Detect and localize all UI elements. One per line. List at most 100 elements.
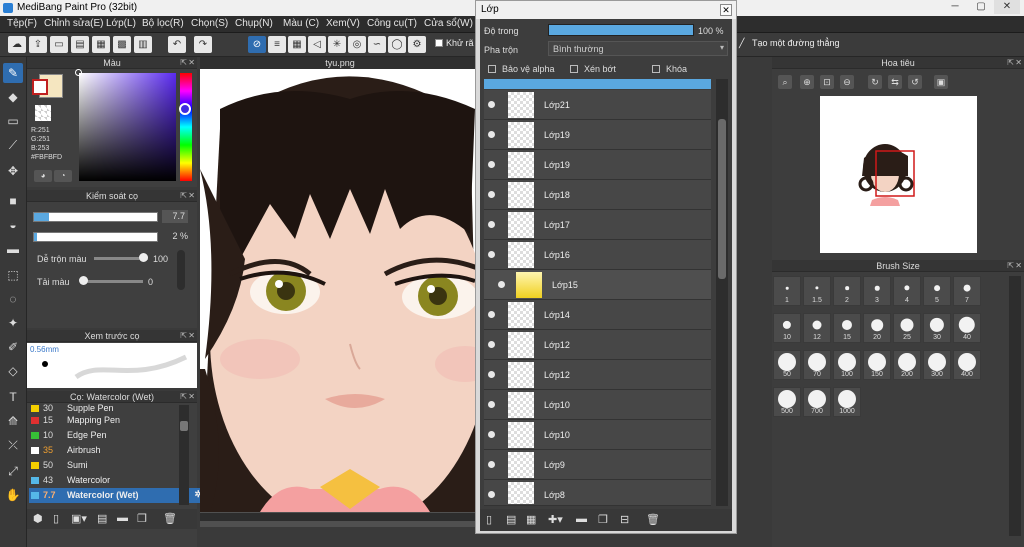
layer-row[interactable]: Lớp12 (484, 360, 711, 390)
redo-icon[interactable]: ↷ (194, 36, 212, 53)
radial-snap-icon[interactable]: ✳ (328, 36, 346, 53)
navigator-preview[interactable] (820, 96, 977, 253)
brush-size-option[interactable]: 70 (803, 350, 831, 380)
canvas-area[interactable]: tyu.png (200, 57, 480, 527)
protect-alpha-checkbox[interactable] (488, 65, 496, 73)
settings-icon[interactable]: ⚙ (408, 36, 426, 53)
parallel-snap-icon[interactable]: ≡ (268, 36, 286, 53)
comment-icon[interactable]: ▭ (50, 36, 68, 53)
eyedropper-icon[interactable]: ⤫ (3, 435, 23, 455)
folder-icon[interactable]: ▬ (576, 513, 587, 525)
brush-menu-icon[interactable]: ▣▾ (71, 512, 87, 525)
brush-size-option[interactable]: 2 (833, 276, 861, 306)
brush-control-scrollbar[interactable] (177, 250, 185, 290)
zoom-in-icon[interactable]: ⊕ (800, 75, 814, 89)
popout-icon[interactable]: ⇱ (1007, 57, 1014, 69)
brush-size-option[interactable]: 5 (923, 276, 951, 306)
rectangle-tool-icon[interactable]: ▭ (3, 111, 23, 131)
primary-color-swatch[interactable] (32, 79, 48, 95)
brush-size-option[interactable]: 200 (893, 350, 921, 380)
text-tool-icon[interactable]: T (3, 387, 23, 407)
select-rect-icon[interactable]: ⬚ (3, 265, 23, 285)
page-icon[interactable]: ▦ (92, 36, 110, 53)
layer-row[interactable]: Lớp19 (484, 150, 711, 180)
select-pen-icon[interactable]: ✐ (3, 337, 23, 357)
upload-icon[interactable]: ⇪ (29, 36, 47, 53)
hue-handle[interactable] (179, 103, 191, 115)
brush-size-option[interactable]: 500 (773, 387, 801, 417)
line-tool-icon[interactable]: ⟋ (3, 135, 23, 155)
brush-size-option[interactable]: 7 (953, 276, 981, 306)
visibility-icon[interactable] (488, 311, 495, 318)
visibility-icon[interactable] (488, 101, 495, 108)
size-value[interactable]: 7.7 (162, 210, 188, 223)
brush-doc-icon[interactable]: ▤ (97, 512, 107, 525)
visibility-icon[interactable] (488, 191, 495, 198)
folder-icon[interactable]: ▬ (117, 512, 128, 524)
visibility-icon[interactable] (488, 461, 495, 468)
layer-opacity-slider[interactable] (548, 24, 694, 36)
brush-size-option[interactable]: 1 (773, 276, 801, 306)
reload-handle[interactable] (79, 276, 88, 285)
saturation-value-picker[interactable] (79, 73, 176, 181)
brush-size-scrollbar[interactable] (1009, 276, 1021, 536)
layer-row[interactable]: Lớp15 (484, 270, 711, 300)
popout-icon[interactable]: ⇱ (180, 190, 187, 202)
duplicate-layer-icon[interactable]: ❐ (598, 513, 608, 526)
close-icon[interactable]: ✕ (188, 190, 195, 202)
add-brush-icon[interactable]: ⬢ (33, 512, 43, 525)
brush-size-option[interactable]: 150 (863, 350, 891, 380)
maximize-button[interactable]: ▢ (968, 0, 994, 14)
canvas-illustration[interactable] (200, 69, 480, 512)
brush-size-option[interactable]: 50 (773, 350, 801, 380)
minimize-button[interactable]: ─ (942, 0, 968, 14)
layer-row[interactable]: Lớp14 (484, 300, 711, 330)
canvas-settings-icon[interactable]: ▣ (934, 75, 948, 89)
swap-colors-icon[interactable]: ◔ (54, 170, 72, 182)
visibility-icon[interactable] (488, 371, 495, 378)
selected-layer-partial[interactable] (484, 79, 711, 89)
brush-size-option[interactable]: 3 (863, 276, 891, 306)
lasso-icon[interactable]: ◌ (3, 289, 23, 309)
concentric-snap-icon[interactable]: ◎ (348, 36, 366, 53)
new-file-icon[interactable]: ▤ (71, 36, 89, 53)
document-icon[interactable]: ▥ (134, 36, 152, 53)
magic-wand-icon[interactable]: ✦ (3, 313, 23, 333)
eraser-tool-icon[interactable]: ◆ (3, 87, 23, 107)
layer-row[interactable]: Lớp10 (484, 390, 711, 420)
brush-size-option[interactable]: 1000 (833, 387, 861, 417)
no-snap-icon[interactable]: ⊘ (248, 36, 266, 53)
move-tool-icon[interactable]: ✥ (3, 161, 23, 181)
visibility-icon[interactable] (488, 341, 495, 348)
close-button[interactable]: ✕ (994, 0, 1020, 14)
fit-icon[interactable]: ⊡ (820, 75, 834, 89)
new-halftone-layer-icon[interactable]: ▤ (506, 513, 516, 526)
popout-icon[interactable]: ⇱ (180, 57, 187, 69)
add-layer-menu-icon[interactable]: ✚▾ (548, 513, 563, 526)
layer-row[interactable]: Lớp12 (484, 330, 711, 360)
brush-size-option[interactable]: 100 (833, 350, 861, 380)
close-icon[interactable]: ✕ (1015, 260, 1022, 272)
layer-row[interactable]: Lớp10 (484, 420, 711, 450)
menu-capture[interactable]: Chụp(N) (235, 18, 273, 29)
visibility-icon[interactable] (498, 281, 505, 288)
menu-filter[interactable]: Bộ lọc(R) (142, 18, 184, 29)
new-layer-icon[interactable]: ▯ (486, 513, 492, 526)
reset-rotate-icon[interactable]: ↺ (908, 75, 922, 89)
antialias-checkbox[interactable] (435, 39, 443, 47)
layer-row[interactable]: Lớp19 (484, 120, 711, 150)
reload-slider[interactable] (81, 280, 143, 283)
new-8bit-layer-icon[interactable]: ▦ (526, 513, 536, 526)
visibility-icon[interactable] (488, 221, 495, 228)
blend-mode-select[interactable]: Bình thường ▾ (548, 41, 728, 56)
size-slider[interactable] (33, 212, 158, 222)
brush-size-option[interactable]: 15 (833, 313, 861, 343)
menu-color[interactable]: Màu (C) (283, 18, 319, 29)
visibility-icon[interactable] (488, 491, 495, 498)
brush-size-option[interactable]: 12 (803, 313, 831, 343)
menu-edit[interactable]: Chỉnh sửa(E) (44, 18, 104, 29)
rotate-icon[interactable]: ↻ (868, 75, 882, 89)
brush-size-option[interactable]: 4 (893, 276, 921, 306)
brush-size-option[interactable]: 25 (893, 313, 921, 343)
zoom-out-icon[interactable]: ⊖ (840, 75, 854, 89)
